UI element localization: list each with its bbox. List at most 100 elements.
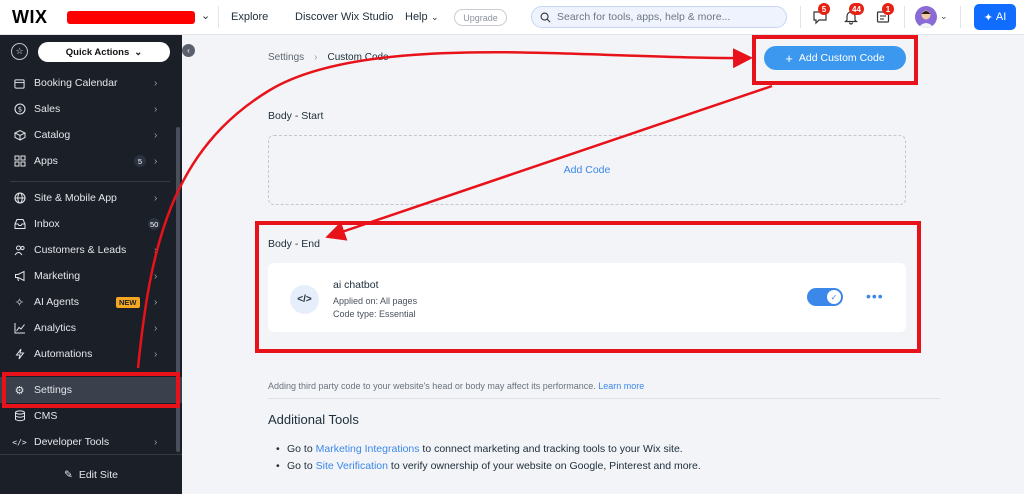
- divider: [218, 6, 219, 28]
- megaphone-icon: [13, 270, 26, 283]
- quick-actions-button[interactable]: Quick Actions ⌄: [38, 42, 170, 62]
- sidebar-item-catalog[interactable]: Catalog ›: [0, 122, 182, 148]
- sidebar-item-label: Developer Tools: [34, 436, 110, 448]
- annotation-box-add-custom-code: [752, 35, 918, 85]
- new-badge: NEW: [116, 296, 140, 308]
- chevron-right-icon: ›: [154, 103, 158, 115]
- sidebar-item-label: Sales: [34, 103, 61, 115]
- list-item: Go to Site Verification to verify owners…: [276, 460, 701, 472]
- svg-text:$: $: [17, 106, 21, 114]
- inbox-count-badge: 50: [148, 218, 161, 230]
- pencil-icon: ✎: [64, 468, 73, 481]
- chart-line-icon: [13, 322, 26, 335]
- warning-text: Adding third party code to your website'…: [268, 381, 596, 391]
- chevron-right-icon: ›: [154, 270, 158, 282]
- nav-explore[interactable]: Explore: [231, 11, 268, 23]
- divider: [960, 6, 961, 28]
- list-item-suffix: to verify ownership of your website on G…: [390, 460, 701, 472]
- site-switcher-chevron-icon[interactable]: ⌄: [201, 9, 210, 22]
- account-chevron-icon[interactable]: ⌄: [940, 11, 948, 22]
- performance-warning: Adding third party code to your website'…: [268, 381, 644, 391]
- apps-count-badge: 5: [134, 155, 146, 167]
- ai-label: AI: [995, 11, 1007, 23]
- list-item-prefix: Go to: [287, 443, 313, 455]
- sidebar-item-booking-calendar[interactable]: Booking Calendar ›: [0, 70, 182, 96]
- chevron-right-icon: ›: [314, 52, 318, 63]
- top-bar: WIX ⌄ Explore Discover Wix Studio Help ⌄…: [0, 0, 1024, 35]
- divider: [800, 6, 801, 28]
- notifications-badge: 44: [849, 3, 864, 15]
- breadcrumb: Settings › Custom Code: [268, 52, 389, 63]
- apps-icon: [13, 155, 26, 168]
- sidebar-item-site-mobile-app[interactable]: Site & Mobile App ›: [0, 185, 182, 211]
- edit-site-label: Edit Site: [78, 468, 118, 481]
- sidebar-item-label: AI Agents: [34, 296, 79, 308]
- sidebar-item-developer-tools[interactable]: </> Developer Tools ›: [0, 429, 182, 455]
- code-icon: </>: [12, 437, 27, 447]
- sidebar-item-label: Apps: [34, 155, 58, 167]
- search-input[interactable]: [557, 11, 777, 23]
- updates-badge: 1: [882, 3, 894, 15]
- star-icon[interactable]: ☆: [11, 43, 28, 60]
- breadcrumb-settings[interactable]: Settings: [268, 52, 304, 63]
- upgrade-button[interactable]: Upgrade: [454, 9, 507, 26]
- sidebar-item-label: Automations: [34, 348, 93, 360]
- ai-button[interactable]: ✦ AI: [974, 4, 1016, 30]
- learn-more-link[interactable]: Learn more: [598, 381, 644, 391]
- sidebar-item-label: CMS: [34, 410, 58, 422]
- sidebar-item-ai-agents[interactable]: ✧ AI Agents NEW ›: [0, 289, 182, 315]
- edit-site-button[interactable]: ✎ Edit Site: [0, 454, 182, 494]
- dollar-icon: $: [13, 103, 26, 116]
- help-chevron-icon[interactable]: ⌄: [431, 12, 439, 23]
- sparkle-icon: ✦: [983, 11, 993, 24]
- sidebar-item-inbox[interactable]: Inbox 50: [0, 211, 182, 237]
- additional-tools-title: Additional Tools: [268, 412, 359, 427]
- sidebar-item-automations[interactable]: Automations ›: [0, 341, 182, 367]
- add-code-button[interactable]: Add Code: [268, 135, 906, 205]
- sidebar-item-label: Customers & Leads: [34, 244, 127, 256]
- chevron-right-icon: ›: [154, 192, 158, 204]
- chevron-right-icon: ›: [154, 322, 158, 334]
- sidebar-item-analytics[interactable]: Analytics ›: [0, 315, 182, 341]
- list-item-suffix: to connect marketing and tracking tools …: [422, 443, 683, 455]
- chevron-right-icon: ›: [154, 129, 158, 141]
- lightning-icon: [13, 348, 26, 361]
- nav-discover-wix-studio[interactable]: Discover Wix Studio: [295, 11, 393, 23]
- chevron-right-icon: ›: [154, 296, 158, 308]
- chevron-right-icon: ›: [154, 155, 158, 167]
- calendar-icon: [13, 77, 26, 90]
- site-verification-link[interactable]: Site Verification: [316, 460, 388, 472]
- avatar[interactable]: [915, 6, 937, 28]
- annotation-box-settings: [2, 372, 180, 408]
- quick-actions-label: Quick Actions: [65, 46, 130, 58]
- quick-actions-row: ☆ Quick Actions ⌄: [0, 35, 182, 69]
- nav-help[interactable]: Help: [405, 11, 428, 23]
- database-icon: [13, 410, 26, 423]
- wix-logo[interactable]: WIX: [12, 7, 48, 28]
- chevron-right-icon: ›: [154, 77, 158, 89]
- chevron-right-icon: ›: [154, 348, 158, 360]
- sidebar-item-label: Inbox: [34, 218, 60, 230]
- sidebar-divider: [10, 181, 170, 182]
- chevron-right-icon: ›: [154, 436, 158, 448]
- section-divider: [268, 398, 940, 399]
- sidebar-item-sales[interactable]: $ Sales ›: [0, 96, 182, 122]
- divider: [904, 6, 905, 28]
- search-icon: [540, 12, 551, 22]
- marketing-integrations-link[interactable]: Marketing Integrations: [316, 443, 420, 455]
- sidebar-item-apps[interactable]: Apps 5 ›: [0, 148, 182, 174]
- chevron-down-icon: ⌄: [134, 46, 143, 58]
- sidebar-item-label: Site & Mobile App: [34, 192, 117, 204]
- sidebar-item-label: Booking Calendar: [34, 77, 118, 89]
- people-icon: [13, 244, 26, 257]
- list-item: Go to Marketing Integrations to connect …: [276, 443, 683, 455]
- globe-icon: [13, 192, 26, 205]
- list-item-prefix: Go to: [287, 460, 313, 472]
- sidebar-item-customers-leads[interactable]: Customers & Leads ›: [0, 237, 182, 263]
- sidebar: ☆ Quick Actions ⌄ Booking Calendar › $ S…: [0, 35, 182, 494]
- sidebar-item-marketing[interactable]: Marketing ›: [0, 263, 182, 289]
- site-name-redacted[interactable]: [67, 11, 195, 24]
- search-bar[interactable]: [531, 6, 787, 28]
- sidebar-item-label: Analytics: [34, 322, 77, 334]
- catalog-icon: [13, 129, 26, 142]
